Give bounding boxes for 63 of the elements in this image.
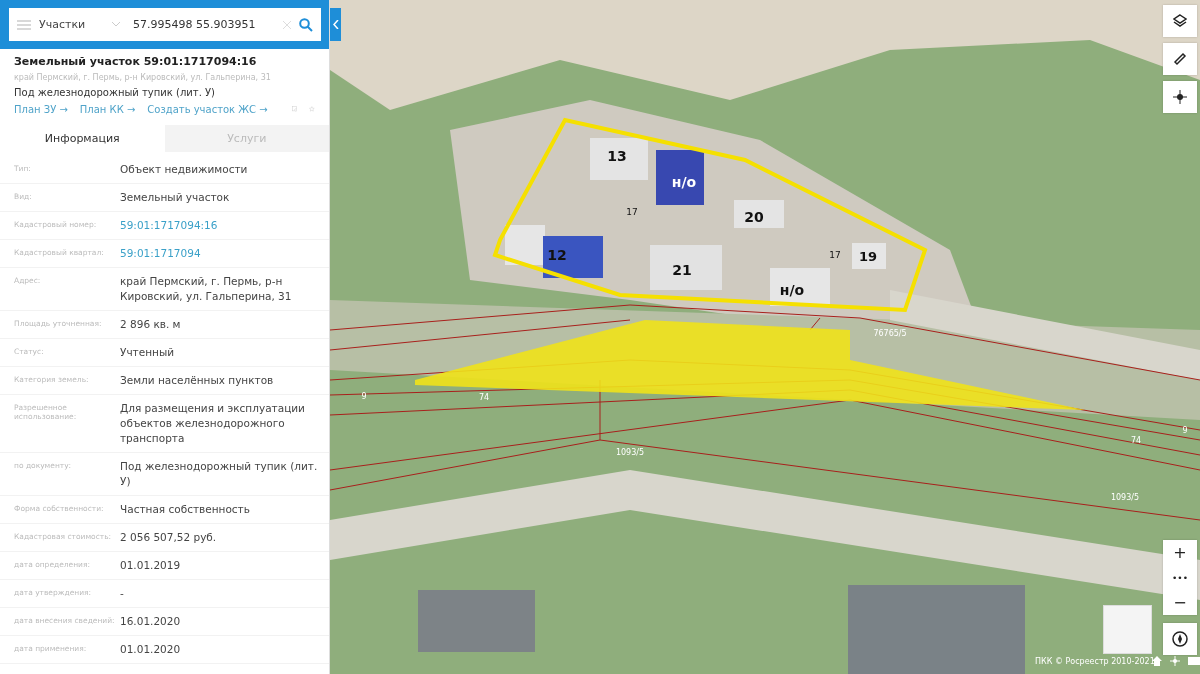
- map-label: н/о: [779, 282, 805, 298]
- map-label: 17: [829, 249, 841, 260]
- zoom-in-button[interactable]: +: [1163, 540, 1197, 565]
- field-value: Под железнодорожный тупик (лит. У): [120, 459, 319, 489]
- field-value: 01.01.2020: [120, 642, 182, 657]
- field-value: 01.01.2019: [120, 558, 182, 573]
- field-value: Земли населённых пунктов: [120, 373, 275, 388]
- locate-icon: [1173, 90, 1187, 104]
- object-address: край Пермский, г. Пермь, р-н Кировский, ул. Гальперина, 31: [14, 73, 272, 82]
- clear-icon[interactable]: [283, 20, 291, 29]
- locate-button[interactable]: [1163, 81, 1197, 113]
- map-label: 1093/5: [615, 447, 645, 457]
- field-value: 16.01.2020: [120, 614, 182, 629]
- map-label: 9: [1182, 425, 1188, 435]
- object-title: Земельный участок 59:01:1717094:16: [14, 55, 258, 68]
- map-label: н/о: [671, 174, 697, 190]
- chevron-down-icon[interactable]: [112, 22, 120, 27]
- layers-icon: [1173, 14, 1187, 28]
- layers-button[interactable]: [1163, 5, 1197, 37]
- map-attribution: ПКК © Росреестр 2010-2021: [1035, 657, 1155, 666]
- field-value: Земельный участок: [120, 190, 231, 205]
- field-value: Учтенный: [120, 345, 176, 360]
- screen-icon[interactable]: [1188, 656, 1200, 666]
- field-value: Частная собственность: [120, 502, 251, 517]
- building-roof: [770, 268, 830, 306]
- map-label: 17: [626, 206, 638, 217]
- home-icon[interactable]: [1152, 656, 1162, 666]
- building-roof: [734, 200, 784, 228]
- collapse-panel-icon[interactable]: [332, 20, 339, 29]
- object-purpose: Под железнодорожный тупик (лит. У): [14, 87, 216, 98]
- crosshair-icon[interactable]: [1170, 656, 1180, 666]
- more-button[interactable]: •••: [1163, 565, 1197, 590]
- map-label: 12: [547, 247, 567, 263]
- field-value: край Пермский, г. Пермь, р-н Кировский, ул. Гальперина, 31: [120, 274, 293, 304]
- building-roof: [852, 243, 886, 269]
- field-value: Объект недвижимости: [120, 162, 249, 177]
- document-search-icon[interactable]: [291, 103, 298, 115]
- field-value: 2 056 507,52 руб.: [120, 530, 218, 545]
- ruler-icon: [1173, 52, 1187, 66]
- search-icon[interactable]: [299, 17, 313, 32]
- field-value: Для размещения и эксплуатации объектов железнодорожного транспорта: [120, 401, 306, 446]
- compass-icon: [1172, 631, 1188, 647]
- map-label: 13: [607, 148, 627, 164]
- map-label: 19: [858, 248, 878, 264]
- menu-icon[interactable]: [17, 19, 31, 30]
- star-icon[interactable]: [309, 103, 315, 115]
- map-label: 74: [478, 392, 490, 402]
- building-roof: [590, 138, 648, 180]
- layer-select[interactable]: Участки: [39, 18, 99, 31]
- field-value: 2 896 кв. м: [120, 317, 182, 332]
- map-label: 9: [361, 391, 367, 401]
- building-roof: [656, 150, 704, 205]
- map-label: 76765/5: [873, 328, 907, 338]
- map-label: 1093/5: [1110, 492, 1140, 502]
- map-label: 20: [744, 209, 764, 225]
- map-label: 21: [672, 262, 692, 278]
- selected-plot[interactable]: [415, 320, 1085, 410]
- field-value: -: [120, 586, 125, 601]
- compass-button[interactable]: [1163, 623, 1197, 655]
- building-roof: [650, 245, 722, 290]
- map-label: 74: [1130, 435, 1142, 445]
- ruler-button[interactable]: [1163, 43, 1197, 75]
- zoom-out-button[interactable]: −: [1163, 590, 1197, 615]
